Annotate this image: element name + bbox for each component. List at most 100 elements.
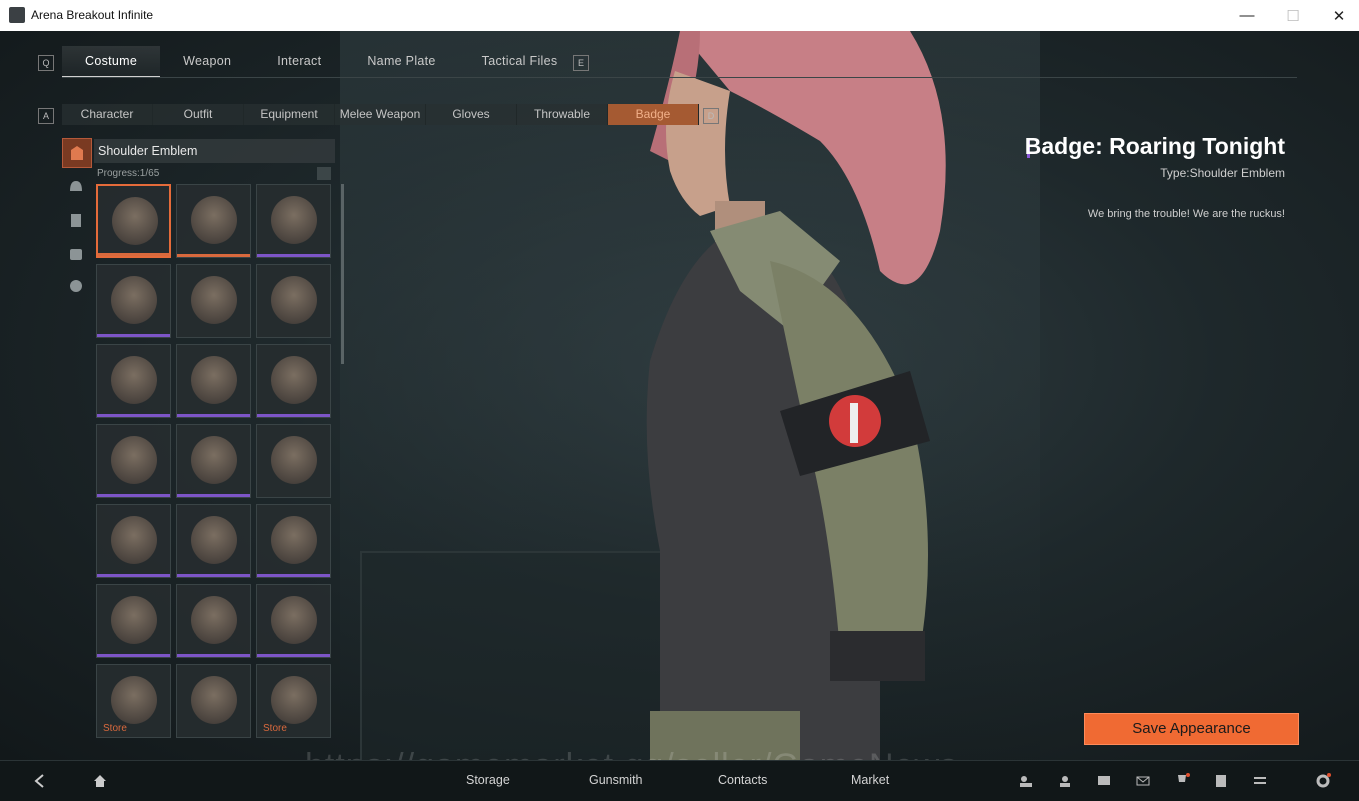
s1-shield-badge-icon: [111, 276, 157, 324]
minimize-button[interactable]: —: [1224, 0, 1270, 31]
rarity-bar: [97, 654, 170, 657]
team-icon[interactable]: [1057, 773, 1073, 789]
subtab-gloves[interactable]: Gloves: [426, 104, 517, 125]
hand-sunset-badge-icon: [271, 356, 317, 404]
badge-cell-crossed-tools[interactable]: [256, 264, 331, 338]
grid-scrollbar[interactable]: [341, 184, 344, 364]
store-label: Store: [263, 723, 287, 734]
rarity-bar: [177, 734, 250, 737]
tab-costume[interactable]: Costume: [62, 46, 161, 78]
neon-logo-badge-icon: [191, 436, 237, 484]
item-type: Type:Shoulder Emblem: [1160, 166, 1285, 180]
gold-warrior-badge-icon: [111, 676, 157, 724]
helmet-category-icon[interactable]: [62, 173, 90, 201]
rarity-bar: [97, 494, 170, 497]
badge-cell-red-crest[interactable]: [96, 504, 171, 578]
badge-cell-tianmen-team[interactable]: [176, 184, 251, 258]
badge-cell-rock-creature[interactable]: [176, 264, 251, 338]
rarity-bar: [97, 334, 170, 337]
tasks-icon[interactable]: [1252, 773, 1268, 789]
tab-name-plate[interactable]: Name Plate: [344, 46, 458, 76]
rarity-bar: [257, 254, 330, 257]
maximize-button[interactable]: ☐: [1270, 0, 1316, 31]
settings-gear-icon[interactable]: [1315, 773, 1331, 789]
mask-category-icon[interactable]: [62, 272, 90, 300]
backpack-category-icon[interactable]: [62, 239, 90, 267]
badge-cell-purple-octopus[interactable]: [96, 584, 171, 658]
badge-cell-s1[interactable]: [256, 184, 331, 258]
back-icon[interactable]: [32, 773, 48, 789]
app-icon: [9, 7, 25, 23]
shoulder-emblem-category-icon[interactable]: [62, 138, 92, 168]
badge-cell-gold-warrior[interactable]: Store: [96, 664, 171, 738]
badge-cell-gold-beast[interactable]: [176, 584, 251, 658]
badge-cell-neon-logo[interactable]: [176, 424, 251, 498]
subtab-badge[interactable]: Badge: [608, 104, 699, 125]
subtab-prev-key-hint: A: [38, 108, 54, 124]
rarity-bar: [257, 734, 330, 737]
nav-market[interactable]: Market: [851, 773, 889, 787]
chat-icon[interactable]: [1096, 773, 1112, 789]
window-title: Arena Breakout Infinite: [31, 8, 154, 22]
tab-tactical-files[interactable]: Tactical Files: [459, 46, 581, 76]
badge-cell-s1-shield[interactable]: [96, 264, 171, 338]
subtab-outfit[interactable]: Outfit: [153, 104, 244, 125]
badge-category-icons: [62, 138, 92, 305]
tianmen-team-badge-icon: [191, 196, 237, 244]
badge-cell-star-emblem[interactable]: [176, 344, 251, 418]
lion-badge-icon: [111, 436, 157, 484]
list-view-icon[interactable]: [317, 167, 331, 180]
friends-icon[interactable]: [1018, 773, 1034, 789]
watermark: https://gamemarket.gg/seller/GameNews: [305, 747, 958, 760]
nav-storage[interactable]: Storage: [466, 773, 510, 787]
notes-icon[interactable]: [1213, 773, 1229, 789]
badge-cell-s2[interactable]: [176, 504, 251, 578]
subtab-melee-weapon[interactable]: Melee Weapon: [335, 104, 426, 125]
badge-cell-wing-shield[interactable]: [256, 584, 331, 658]
badge-cell-lion[interactable]: [96, 424, 171, 498]
tab-prev-key-hint: Q: [38, 55, 54, 71]
rarity-bar: [177, 574, 250, 577]
subtab-next-key-hint: D: [703, 108, 719, 124]
crossed-tools-badge-icon: [271, 276, 317, 324]
tab-interact[interactable]: Interact: [254, 46, 344, 76]
badge-cell-hand-sunset[interactable]: [256, 344, 331, 418]
vest-category-icon[interactable]: [62, 206, 90, 234]
bottom-bar: Storage Gunsmith Contacts Market: [0, 760, 1359, 801]
rarity-bar: [257, 654, 330, 657]
home-icon[interactable]: [92, 773, 108, 789]
badge-cell-sword-shield[interactable]: [256, 424, 331, 498]
main-tabs: Costume Weapon Interact Name Plate Tacti…: [62, 46, 580, 78]
badge-cell-blade-circle[interactable]: [96, 344, 171, 418]
skull-orange-badge-icon: [271, 676, 317, 724]
tab-weapon[interactable]: Weapon: [160, 46, 254, 76]
badge-cell-arrow-circle[interactable]: [176, 664, 251, 738]
star-emblem-badge-icon: [191, 356, 237, 404]
rarity-bar: [257, 334, 330, 337]
badge-cell-red-spider[interactable]: [256, 504, 331, 578]
mail-icon[interactable]: [1135, 773, 1151, 789]
sub-tabs: Character Outfit Equipment Melee Weapon …: [62, 104, 699, 126]
rarity-bar: [177, 254, 250, 257]
subtab-equipment[interactable]: Equipment: [244, 104, 335, 125]
item-title: Badge: Roaring Tonight: [1024, 133, 1285, 159]
store-label: Store: [103, 723, 127, 734]
nav-gunsmith[interactable]: Gunsmith: [589, 773, 643, 787]
trophy-icon[interactable]: [1174, 773, 1190, 789]
subtab-throwable[interactable]: Throwable: [517, 104, 608, 125]
red-spider-badge-icon: [271, 516, 317, 564]
s1-badge-icon: [271, 196, 317, 244]
nav-contacts[interactable]: Contacts: [718, 773, 767, 787]
badge-cell-roaring-tonight[interactable]: [96, 184, 171, 258]
sword-shield-badge-icon: [271, 436, 317, 484]
rarity-bar: [257, 414, 330, 417]
subtab-character[interactable]: Character: [62, 104, 153, 125]
arrow-circle-badge-icon: [191, 676, 237, 724]
save-appearance-button[interactable]: Save Appearance: [1084, 713, 1299, 745]
red-crest-badge-icon: [111, 516, 157, 564]
rarity-bar: [257, 494, 330, 497]
badge-grid: Store Store: [96, 184, 336, 740]
rarity-bar: [177, 654, 250, 657]
close-button[interactable]: ✕: [1316, 0, 1359, 31]
badge-cell-skull-orange[interactable]: Store: [256, 664, 331, 738]
